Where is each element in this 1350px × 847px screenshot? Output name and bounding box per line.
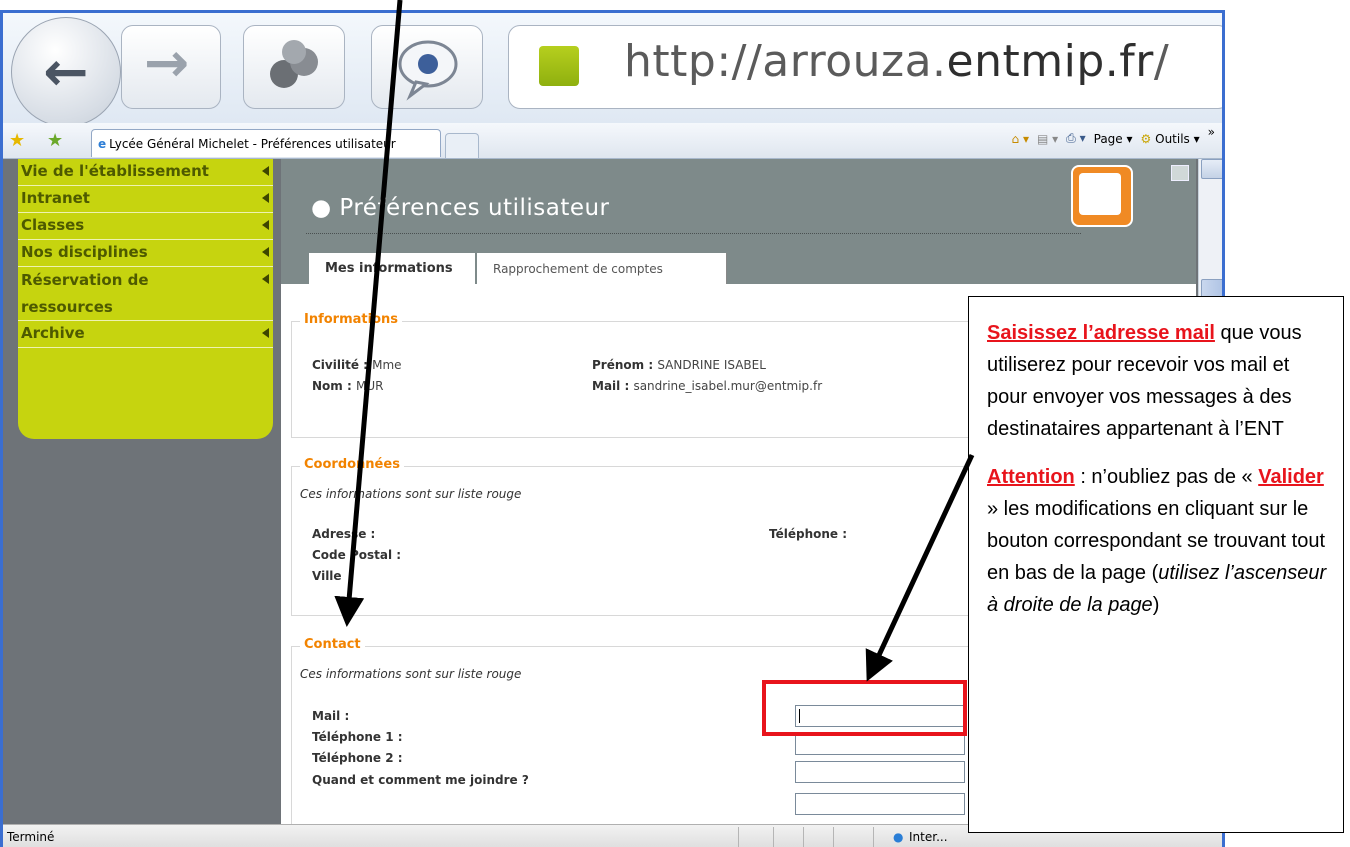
- joindre-input[interactable]: [795, 793, 965, 815]
- page-header: ● Préférences utilisateur Mes informatio…: [281, 159, 1196, 284]
- telephone2-label: Téléphone 2 :: [312, 751, 403, 765]
- page-menu[interactable]: Page ▾: [1094, 132, 1133, 146]
- zone-text: Inter...: [909, 830, 948, 844]
- sidebar-item-archive[interactable]: Archive: [18, 321, 273, 348]
- tab-rapprochement-comptes[interactable]: Rapprochement de comptes: [477, 253, 727, 284]
- speech-bubble-icon: [398, 40, 458, 101]
- gear-icon: ⚙: [1140, 131, 1152, 146]
- home-icon[interactable]: ⌂ ▾: [1012, 132, 1029, 146]
- scroll-up-icon[interactable]: [1201, 159, 1222, 179]
- mail-label: Mail :: [312, 709, 350, 723]
- preferences-icon: [1071, 165, 1133, 227]
- tab-title: Lycée Général Michelet - Préférences uti…: [109, 136, 396, 151]
- ie-page-icon: e: [98, 136, 107, 151]
- back-arrow-icon: ←: [43, 40, 89, 103]
- page-title: ● Préférences utilisateur: [311, 195, 610, 221]
- expand-arrow-icon: [262, 247, 269, 257]
- liste-rouge-note: Ces informations sont sur liste rouge: [300, 487, 522, 501]
- expand-arrow-icon: [262, 166, 269, 176]
- telephone1-label: Téléphone 1 :: [312, 730, 403, 744]
- new-tab-button[interactable]: [445, 133, 479, 158]
- feeds-icon[interactable]: ▤ ▾: [1037, 132, 1058, 146]
- sidebar-item-disciplines[interactable]: Nos disciplines: [18, 240, 273, 267]
- circles-icon: [270, 40, 318, 88]
- code-postal-label: Code Postal :: [312, 548, 402, 562]
- sidebar-item-classes[interactable]: Classes: [18, 213, 273, 240]
- section-legend: Coordonnées: [300, 457, 404, 472]
- tools-circles-button[interactable]: [243, 25, 345, 109]
- nom-row: Nom : MUR: [312, 379, 384, 393]
- adresse-label: Adresse :: [312, 527, 376, 541]
- browser-tab[interactable]: e Lycée Général Michelet - Préférences u…: [91, 129, 441, 157]
- print-icon[interactable]: ⎙ ▾: [1066, 131, 1085, 146]
- browser-toolbar: ← → http://arrouza.entmip.fr/: [3, 13, 1222, 127]
- instruction-callout: Saisissez l’adresse mail que vous utilis…: [968, 296, 1344, 833]
- address-url: http://arrouza.entmip.fr/: [624, 36, 1170, 87]
- tools-menu[interactable]: ⚙ Outils ▾: [1141, 132, 1200, 146]
- liste-rouge-note: Ces informations sont sur liste rouge: [300, 667, 522, 681]
- command-bar: ⌂ ▾ ▤ ▾ ⎙ ▾ Page ▾ ⚙ Outils ▾ »: [1012, 125, 1215, 146]
- tab-bar: ★ ★ e Lycée Général Michelet - Préférenc…: [3, 123, 1222, 159]
- sidebar-item-intranet[interactable]: Intranet: [18, 186, 273, 213]
- section-legend: Informations: [300, 312, 403, 327]
- favorites-star-icon[interactable]: ★: [9, 130, 25, 151]
- expand-arrow-icon: [262, 274, 269, 284]
- forward-arrow-icon: →: [144, 31, 190, 94]
- prenom-row: Prénom : SANDRINE ISABEL: [592, 358, 766, 372]
- site-favicon-icon: [539, 46, 579, 86]
- security-zone-icon: ●: [893, 830, 904, 844]
- feedback-button[interactable]: [371, 25, 483, 109]
- expand-arrow-icon: [262, 328, 269, 338]
- ville-label: Ville: [312, 569, 342, 583]
- callout-paragraph-mail: Saisissez l’adresse mail que vous utilis…: [987, 322, 1302, 440]
- sidebar-item-vie-etablissement[interactable]: Vie de l'établissement: [18, 159, 273, 186]
- expand-arrow-icon: [262, 220, 269, 230]
- expand-arrow-icon: [262, 193, 269, 203]
- chevron-more-icon[interactable]: »: [1208, 125, 1215, 139]
- back-button[interactable]: ←: [11, 17, 121, 127]
- sidebar-nav: Vie de l'établissement Intranet Classes …: [18, 159, 273, 439]
- title-divider: [306, 233, 1081, 234]
- telephone-label: Téléphone :: [769, 527, 848, 541]
- section-legend: Contact: [300, 637, 365, 652]
- add-favorites-icon[interactable]: ★: [47, 130, 63, 151]
- status-text: Terminé: [7, 830, 55, 844]
- callout-paragraph-attention: Attention : n’oubliez pas de « Valider »…: [987, 466, 1327, 616]
- joindre-label: Quand et comment me joindre ?: [312, 773, 529, 787]
- mail-highlight-box: [762, 680, 967, 736]
- tab-mes-informations[interactable]: Mes informations: [309, 253, 475, 284]
- mail-row: Mail : sandrine_isabel.mur@entmip.fr: [592, 379, 823, 393]
- sidebar-item-reservation[interactable]: Réservation de ressources: [18, 267, 273, 321]
- address-bar[interactable]: http://arrouza.entmip.fr/: [508, 25, 1222, 109]
- forward-button[interactable]: →: [121, 25, 221, 109]
- telephone2-input[interactable]: [795, 761, 965, 783]
- maximize-icon[interactable]: [1171, 165, 1189, 181]
- civilite-row: Civilité : Mme: [312, 358, 402, 372]
- telephone1-input[interactable]: [795, 733, 965, 755]
